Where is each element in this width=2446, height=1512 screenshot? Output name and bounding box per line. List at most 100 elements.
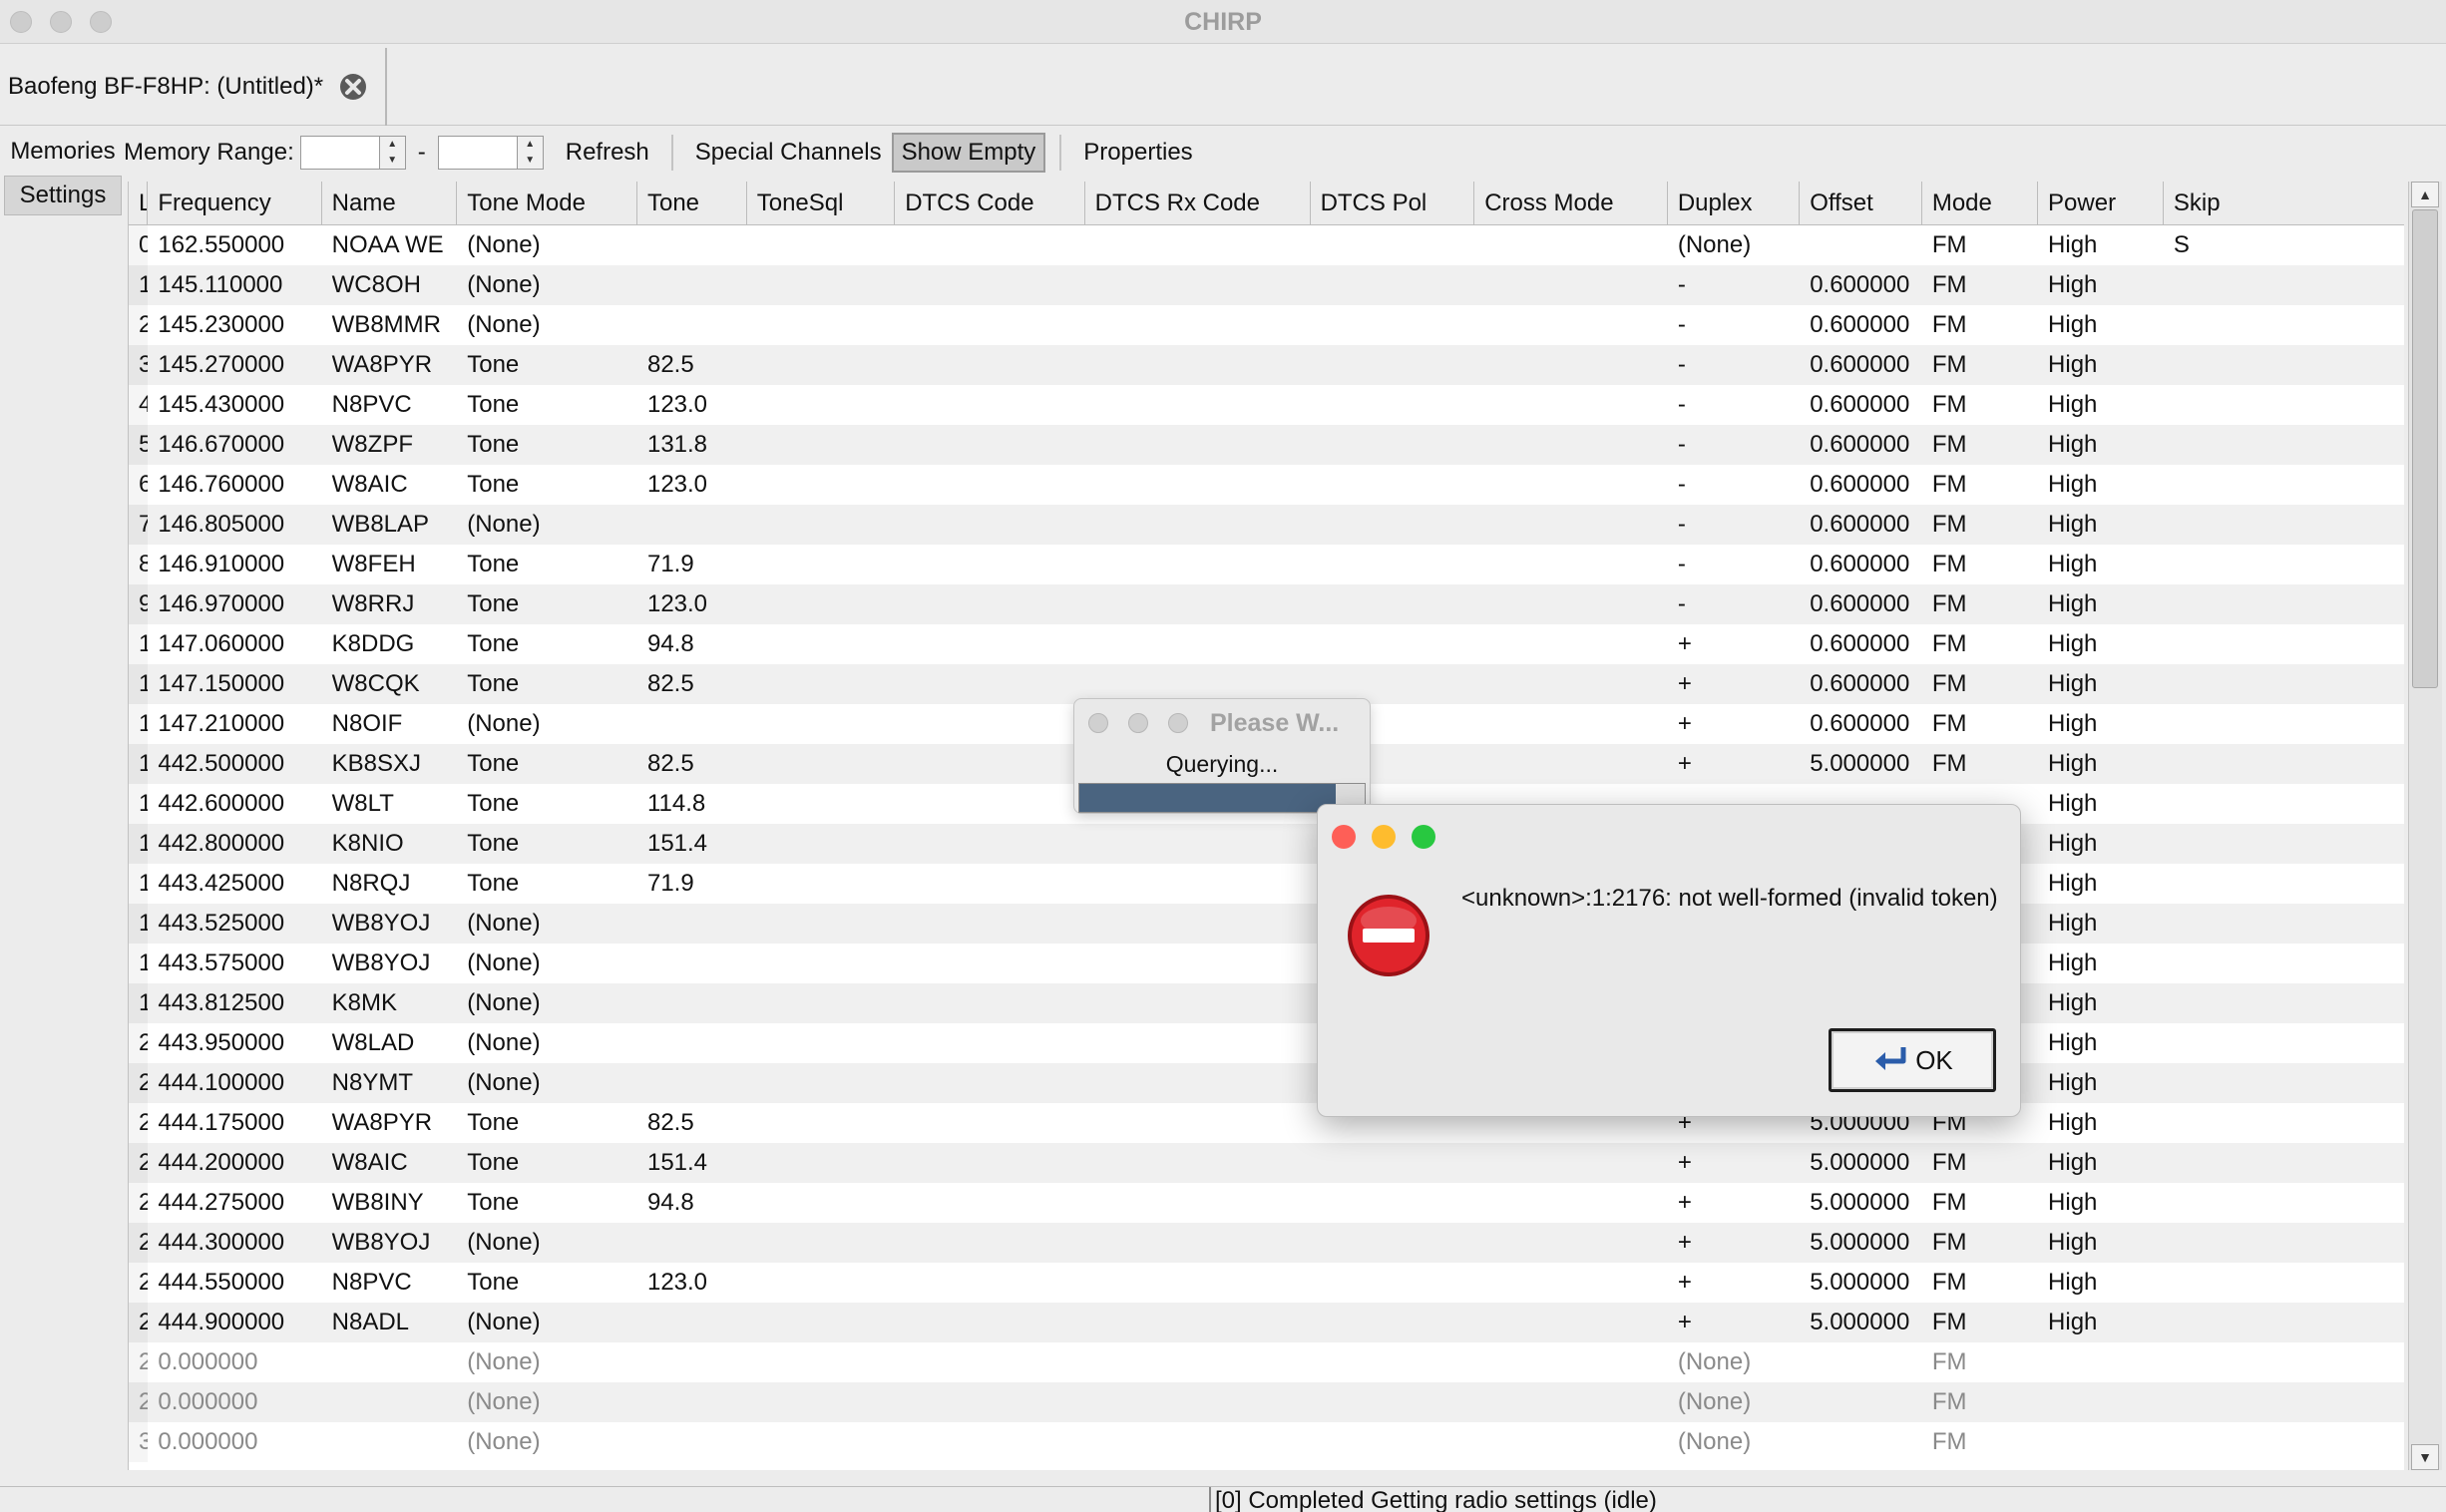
cell-dtcs-rx-code[interactable] <box>1085 505 1311 545</box>
cell-tone[interactable]: 151.4 <box>637 824 747 864</box>
cell-tone[interactable]: 82.5 <box>637 744 747 784</box>
refresh-button[interactable]: Refresh <box>558 135 657 171</box>
cell-skip[interactable] <box>2164 465 2404 505</box>
cell-skip[interactable] <box>2164 425 2404 465</box>
cell-skip[interactable] <box>2164 545 2404 584</box>
cell-dtcs-rx-code[interactable] <box>1085 944 1311 983</box>
cell-tone[interactable] <box>637 904 747 944</box>
cell-power[interactable] <box>2038 1382 2164 1422</box>
cell-name[interactable]: W8LT <box>322 784 458 824</box>
cell-duplex[interactable]: (None) <box>1668 1382 1800 1422</box>
cell-skip[interactable] <box>2164 1382 2404 1422</box>
cell-tone-mode[interactable]: (None) <box>457 225 637 265</box>
cell-skip[interactable]: S <box>2164 225 2404 265</box>
cell-duplex[interactable]: - <box>1668 584 1800 624</box>
cell-tonesql[interactable] <box>747 1103 895 1143</box>
cell-dtcs-pol[interactable] <box>1311 465 1475 505</box>
cell-duplex[interactable]: - <box>1668 265 1800 305</box>
wait-close-button[interactable] <box>1088 713 1108 733</box>
cell-frequency[interactable]: 145.230000 <box>148 305 321 345</box>
cell-tonesql[interactable] <box>747 624 895 664</box>
cell-tonesql[interactable] <box>747 305 895 345</box>
cell-offset[interactable] <box>1800 1382 1922 1422</box>
cell-tonesql[interactable] <box>747 784 895 824</box>
cell-mode[interactable]: FM <box>1922 584 2038 624</box>
cell-frequency[interactable]: 444.275000 <box>148 1183 321 1223</box>
cell-loc[interactable]: 24 <box>129 1183 149 1223</box>
cell-name[interactable] <box>322 1342 458 1382</box>
cell-offset[interactable] <box>1800 1422 1922 1462</box>
cell-offset[interactable]: 0.600000 <box>1800 664 1922 704</box>
cell-tone-mode[interactable]: Tone <box>457 1143 637 1183</box>
cell-dtcs-code[interactable] <box>895 425 1084 465</box>
cell-power[interactable]: High <box>2038 505 2164 545</box>
cell-power[interactable]: High <box>2038 225 2164 265</box>
cell-mode[interactable]: FM <box>1922 265 2038 305</box>
cell-frequency[interactable]: 444.100000 <box>148 1063 321 1103</box>
cell-skip[interactable] <box>2164 1263 2404 1303</box>
cell-tone[interactable]: 82.5 <box>637 345 747 385</box>
cell-dtcs-pol[interactable] <box>1311 385 1475 425</box>
cell-loc[interactable]: 10 <box>129 624 149 664</box>
document-tab[interactable]: Baofeng BF-F8HP: (Untitled)* <box>0 48 387 126</box>
cell-tonesql[interactable] <box>747 584 895 624</box>
column-header-dtcs-code[interactable]: DTCS Code <box>895 182 1085 225</box>
cell-loc[interactable]: 3 <box>129 345 149 385</box>
cell-power[interactable]: High <box>2038 1223 2164 1263</box>
cell-dtcs-pol[interactable] <box>1311 1143 1475 1183</box>
cell-power[interactable] <box>2038 1422 2164 1462</box>
cell-name[interactable] <box>322 1422 458 1462</box>
cell-loc[interactable]: 9 <box>129 584 149 624</box>
cell-name[interactable]: N8PVC <box>322 385 458 425</box>
cell-duplex[interactable]: - <box>1668 505 1800 545</box>
cell-loc[interactable]: 8 <box>129 545 149 584</box>
cell-dtcs-rx-code[interactable] <box>1085 1303 1311 1342</box>
cell-tone[interactable]: 114.8 <box>637 784 747 824</box>
cell-dtcs-pol[interactable] <box>1311 1183 1475 1223</box>
cell-skip[interactable] <box>2164 584 2404 624</box>
cell-tonesql[interactable] <box>747 545 895 584</box>
cell-tone-mode[interactable]: (None) <box>457 944 637 983</box>
cell-offset[interactable]: 5.000000 <box>1800 1183 1922 1223</box>
cell-frequency[interactable]: 443.425000 <box>148 864 321 904</box>
cell-duplex[interactable]: (None) <box>1668 1342 1800 1382</box>
cell-dtcs-code[interactable] <box>895 1263 1084 1303</box>
cell-power[interactable]: High <box>2038 983 2164 1023</box>
cell-name[interactable]: N8PVC <box>322 1263 458 1303</box>
cell-tone-mode[interactable]: (None) <box>457 1223 637 1263</box>
cell-mode[interactable]: FM <box>1922 305 2038 345</box>
cell-duplex[interactable]: + <box>1668 664 1800 704</box>
cell-loc[interactable]: 1 <box>129 265 149 305</box>
cell-tonesql[interactable] <box>747 1303 895 1342</box>
cell-dtcs-code[interactable] <box>895 983 1084 1023</box>
cell-tone[interactable] <box>637 1382 747 1422</box>
cell-tone-mode[interactable]: Tone <box>457 624 637 664</box>
table-row[interactable]: 19443.812500K8MK(None) High <box>129 983 2404 1023</box>
cell-tone-mode[interactable]: Tone <box>457 584 637 624</box>
cell-cross-mode[interactable] <box>1474 704 1668 744</box>
table-row[interactable]: 280.000000 (None) (None) FM <box>129 1342 2404 1382</box>
cell-tonesql[interactable] <box>747 704 895 744</box>
column-header-mode[interactable]: Mode <box>1922 182 2039 225</box>
table-row[interactable]: 1145.110000WC8OH(None) -0.600000FMHigh <box>129 265 2404 305</box>
cell-dtcs-code[interactable] <box>895 345 1084 385</box>
cell-offset[interactable]: 0.600000 <box>1800 545 1922 584</box>
cell-dtcs-code[interactable] <box>895 904 1084 944</box>
cell-power[interactable]: High <box>2038 1183 2164 1223</box>
cell-dtcs-rx-code[interactable] <box>1085 1422 1311 1462</box>
table-row[interactable]: 7146.805000WB8LAP(None) -0.600000FMHigh <box>129 505 2404 545</box>
cell-name[interactable]: N8YMT <box>322 1063 458 1103</box>
cell-dtcs-code[interactable] <box>895 385 1084 425</box>
cell-power[interactable]: High <box>2038 864 2164 904</box>
cell-cross-mode[interactable] <box>1474 545 1668 584</box>
cell-duplex[interactable]: - <box>1668 545 1800 584</box>
cell-tone[interactable]: 151.4 <box>637 1143 747 1183</box>
column-header-dtcs-rx-code[interactable]: DTCS Rx Code <box>1085 182 1311 225</box>
cell-frequency[interactable]: 0.000000 <box>148 1382 321 1422</box>
cell-dtcs-code[interactable] <box>895 824 1084 864</box>
cell-dtcs-rx-code[interactable] <box>1085 545 1311 584</box>
cell-tonesql[interactable] <box>747 1223 895 1263</box>
cell-name[interactable]: W8AIC <box>322 1143 458 1183</box>
cell-tone[interactable] <box>637 305 747 345</box>
cell-tonesql[interactable] <box>747 505 895 545</box>
